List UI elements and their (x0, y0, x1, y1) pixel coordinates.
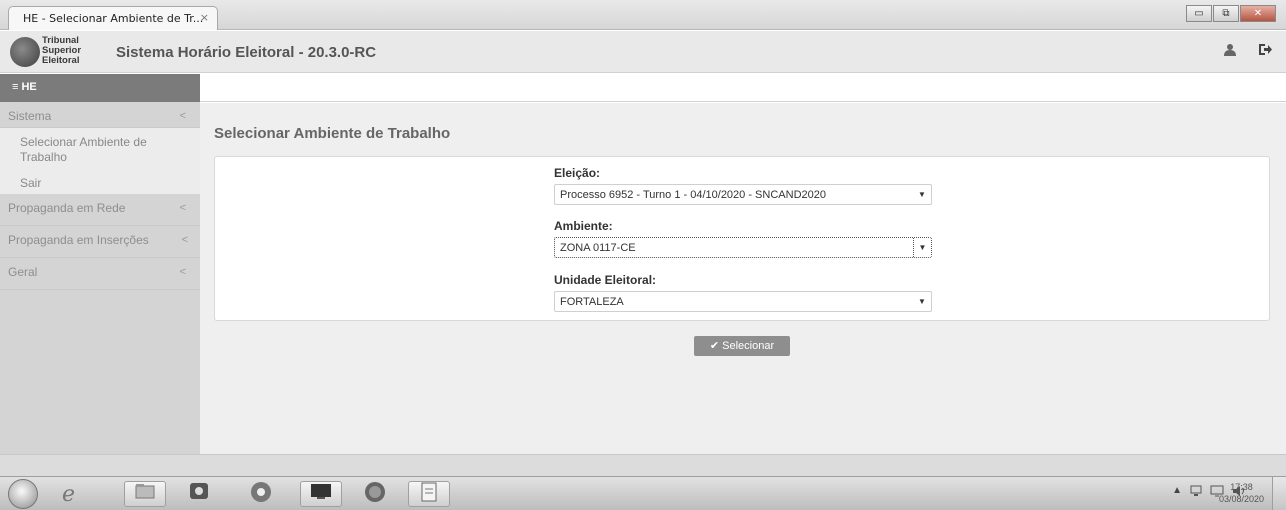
eleicao-select[interactable]: Processo 6952 - Turno 1 - 04/10/2020 - S… (554, 184, 932, 205)
clock-time: 17:38 (1230, 482, 1253, 492)
ambiente-value: ZONA 0117-CE (560, 242, 636, 254)
status-strip (0, 454, 1286, 476)
sidebar-item-label: Propaganda em Rede (8, 201, 126, 215)
clock[interactable]: 17:38 03/08/2020 (1219, 481, 1264, 505)
internet-explorer-icon[interactable]: e (50, 481, 92, 507)
sidebar-item-propaganda-insercoes[interactable]: Propaganda em Inserções < (0, 226, 200, 258)
ambiente-label: Ambiente: (554, 219, 613, 233)
sidebar-subitem-selecionar-ambiente[interactable]: Selecionar Ambiente de Trabalho (0, 128, 200, 172)
sidebar-item-label: Geral (8, 265, 38, 279)
logo-line-3: Eleitoral (42, 55, 80, 66)
chevron-left-icon: < (181, 234, 188, 246)
sidebar-toggle[interactable]: ≡ HE (0, 74, 200, 102)
ambiente-select[interactable]: ZONA 0117-CE ▼ (554, 237, 932, 258)
main-content: Selecionar Ambiente de Trabalho Eleição:… (200, 103, 1286, 454)
eleicao-label: Eleição: (554, 166, 601, 180)
chevron-left-icon: < (179, 266, 186, 278)
chevron-down-icon: ▼ (913, 238, 931, 257)
tab-title: HE - Selecionar Ambiente de Tr... (23, 12, 204, 25)
network-icon[interactable] (1190, 485, 1202, 500)
browser-tab[interactable]: HE - Selecionar Ambiente de Tr... × (8, 6, 218, 30)
sidebar-item-geral[interactable]: Geral < (0, 258, 200, 290)
logo-text: Tribunal Superior Eleitoral (42, 36, 81, 66)
tab-close-icon[interactable]: × (200, 11, 209, 24)
chevron-left-icon: < (179, 110, 186, 122)
close-window-button[interactable]: ✕ (1240, 5, 1276, 22)
unidade-eleitoral-value: FORTALEZA (560, 296, 624, 308)
sidebar-item-propaganda-rede[interactable]: Propaganda em Rede < (0, 194, 200, 226)
logout-icon[interactable] (1258, 43, 1272, 59)
clock-date: 03/08/2020 (1218, 494, 1264, 504)
app-title: Sistema Horário Eleitoral - 20.3.0-RC (116, 44, 377, 61)
remote-desktop-icon[interactable] (300, 481, 342, 507)
file-explorer-icon[interactable] (124, 481, 166, 507)
tse-logo-icon (10, 37, 40, 67)
unidade-eleitoral-select[interactable]: FORTALEZA ▼ (554, 291, 932, 312)
minimize-button[interactable]: ▭ (1186, 5, 1212, 22)
maximize-button[interactable]: ⧉ (1213, 5, 1239, 22)
firefox-icon[interactable] (354, 481, 396, 507)
sidebar-item-label: Sistema (8, 109, 52, 123)
page-title: Selecionar Ambiente de Trabalho (214, 125, 451, 142)
chrome-icon[interactable] (240, 481, 282, 507)
browser-tabstrip: HE - Selecionar Ambiente de Tr... × ▭ ⧉ … (0, 0, 1286, 30)
taskbar: e ▲ 17:38 03/08/2020 (0, 476, 1286, 510)
chevron-left-icon: < (179, 202, 186, 214)
chevron-down-icon: ▼ (918, 190, 926, 199)
sidebar-subitem-sair[interactable]: Sair (0, 172, 200, 194)
unidade-eleitoral-label: Unidade Eleitoral: (554, 273, 657, 287)
media-player-icon[interactable] (178, 481, 220, 507)
show-desktop-button[interactable] (1272, 477, 1286, 510)
eleicao-value: Processo 6952 - Turno 1 - 04/10/2020 - S… (560, 189, 826, 201)
sidebar-item-sistema[interactable]: Sistema < (0, 102, 200, 128)
document-icon[interactable] (408, 481, 450, 507)
tray-arrow-icon[interactable]: ▲ (1172, 485, 1182, 500)
header-icons (1224, 43, 1272, 59)
selecionar-button[interactable]: ✔ Selecionar (694, 336, 790, 356)
form-panel: Eleição: Processo 6952 - Turno 1 - 04/10… (214, 156, 1270, 321)
window-controls: ▭ ⧉ ✕ (1186, 5, 1276, 22)
content-topbar (200, 74, 1286, 102)
sidebar: ≡ HE Sistema < Selecionar Ambiente de Tr… (0, 74, 200, 454)
app-header: Tribunal Superior Eleitoral Sistema Horá… (0, 31, 1286, 73)
start-button-icon[interactable] (8, 479, 38, 509)
user-icon[interactable] (1224, 43, 1236, 59)
svg-text:e: e (62, 482, 75, 505)
sidebar-item-label: Propaganda em Inserções (8, 233, 149, 247)
chevron-down-icon: ▼ (918, 297, 926, 306)
